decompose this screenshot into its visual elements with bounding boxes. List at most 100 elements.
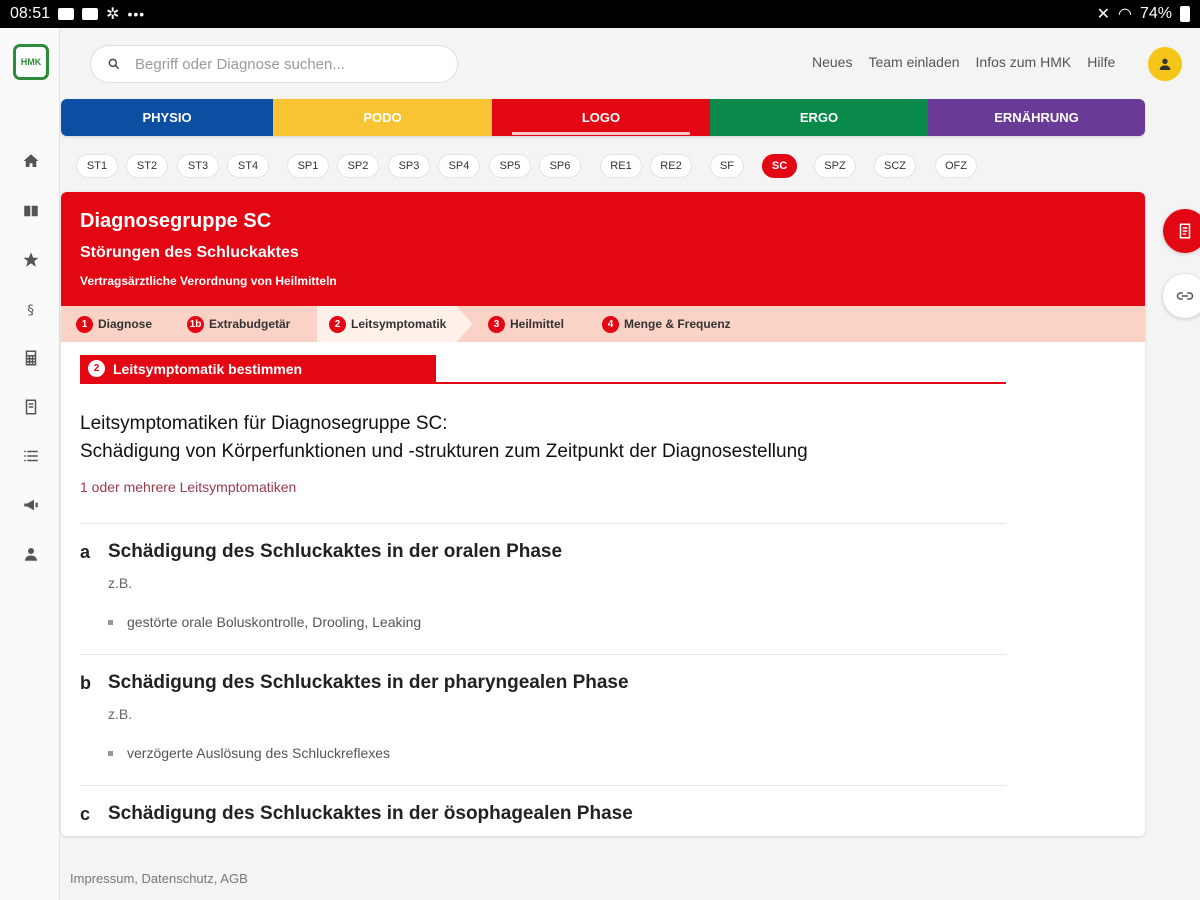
symptom-item-b[interactable]: Schädigung des Schluckaktes in der phary… [108, 672, 629, 694]
card-header: Diagnosegruppe SC Störungen des Schlucka… [61, 192, 1145, 306]
chip-st2[interactable]: ST2 [126, 154, 168, 178]
tab-logo[interactable]: LOGO [492, 99, 710, 136]
step-label: Extrabudgetär [209, 317, 291, 331]
book-icon[interactable] [20, 200, 42, 222]
step-label: Heilmittel [510, 317, 565, 331]
chip-st4[interactable]: ST4 [227, 154, 269, 178]
section-number: 2 [88, 360, 105, 377]
status-time: 08:51 [10, 5, 51, 22]
card-subtitle: Störungen des Schluckaktes [80, 244, 299, 261]
step-number: 1b [187, 315, 204, 333]
divider [80, 654, 1006, 655]
section-divider [80, 382, 1006, 384]
chip-sp3[interactable]: SP3 [388, 154, 430, 178]
person-icon[interactable] [20, 543, 42, 565]
step-heilmittel[interactable]: 3 Heilmittel [488, 306, 564, 342]
document-icon[interactable] [20, 396, 42, 418]
star-icon[interactable] [20, 249, 42, 271]
prescription-button[interactable] [1163, 209, 1200, 253]
chip-sp5[interactable]: SP5 [489, 154, 531, 178]
step-extrabudgetaer[interactable]: 1b Extrabudgetär [187, 306, 290, 342]
chip-ofz[interactable]: OFZ [935, 154, 977, 178]
step-leitsymptomatik[interactable]: 2 Leitsymptomatik [317, 306, 472, 342]
section-label: Leitsymptomatik bestimmen [113, 360, 303, 377]
more-icon: ••• [127, 6, 146, 22]
chip-re2[interactable]: RE2 [650, 154, 692, 178]
person-icon [1159, 58, 1171, 70]
search-input[interactable] [135, 55, 435, 73]
step-number: 4 [602, 315, 619, 333]
step-label: Menge & Frequenz [624, 317, 731, 331]
tab-ergo[interactable]: ERGO [710, 99, 928, 136]
chip-st1[interactable]: ST1 [76, 154, 118, 178]
item-example: verzögerte Auslösung des Schluckreflexes [108, 745, 390, 761]
link-hilfe[interactable]: Hilfe [1087, 54, 1115, 70]
paragraph-icon[interactable]: § [20, 298, 42, 320]
megaphone-icon[interactable] [20, 494, 42, 516]
share-link-button[interactable] [1163, 274, 1200, 318]
chip-sp2[interactable]: SP2 [337, 154, 379, 178]
section-title: 2 Leitsymptomatik bestimmen [80, 355, 436, 382]
status-bar: 08:51 ✲ ••• ✕ ◠ 74% [0, 0, 1200, 28]
item-letter: c [80, 804, 91, 824]
tab-ernaehrung[interactable]: ERNÄHRUNG [928, 99, 1145, 136]
mail-icon [82, 8, 99, 20]
item-example: gestörte orale Boluskontrolle, Drooling,… [108, 614, 421, 630]
bullet-icon [108, 619, 113, 625]
chip-re1[interactable]: RE1 [600, 154, 642, 178]
item-letter: a [80, 542, 91, 562]
chip-sp6[interactable]: SP6 [539, 154, 581, 178]
item-letter: b [80, 673, 91, 693]
battery-icon [1180, 6, 1190, 22]
avatar[interactable] [1148, 47, 1182, 81]
link-neues[interactable]: Neues [812, 54, 852, 70]
list-icon[interactable] [20, 445, 42, 467]
mute-icon: ✕ [1096, 6, 1110, 23]
bullet-icon [108, 750, 113, 756]
step-navigation: 1 Diagnose 1b Extrabudgetär 2 Leitsympto… [61, 306, 1145, 342]
chip-sp1[interactable]: SP1 [287, 154, 329, 178]
heading-line-2: Schädigung von Körperfunktionen und -str… [80, 441, 808, 462]
chip-scz[interactable]: SCZ [874, 154, 916, 178]
item-example-label: z.B. [108, 575, 133, 591]
chip-sc[interactable]: SC [762, 154, 797, 178]
diagnosis-group-chips: ST1 ST2 ST3 ST4 SP1 SP2 SP3 SP4 SP5 SP6 … [0, 154, 1200, 178]
category-tabs: PHYSIO PODO LOGO ERGO ERNÄHRUNG [61, 99, 1145, 136]
link-icon [1176, 292, 1194, 300]
chip-spz[interactable]: SPZ [814, 154, 856, 178]
footer-links[interactable]: Impressum, Datenschutz, AGB [70, 871, 248, 886]
tab-physio[interactable]: PHYSIO [61, 99, 273, 136]
logo-text: HMK [20, 57, 42, 67]
settings-icon: ✲ [106, 6, 120, 23]
chip-st3[interactable]: ST3 [177, 154, 219, 178]
divider [80, 785, 1006, 786]
card-title: Diagnosegruppe SC [80, 210, 272, 232]
item-example-text: verzögerte Auslösung des Schluckreflexes [127, 745, 391, 761]
selection-hint: 1 oder mehrere Leitsymptomatiken [80, 479, 297, 495]
item-example-text: gestörte orale Boluskontrolle, Drooling,… [127, 614, 422, 630]
search-bar[interactable] [90, 45, 458, 83]
gallery-icon [58, 8, 75, 20]
document-icon [1179, 223, 1191, 239]
step-number: 2 [329, 316, 346, 333]
divider [80, 523, 1006, 524]
tab-podo[interactable]: PODO [273, 99, 492, 136]
symptom-item-c[interactable]: Schädigung des Schluckaktes in der ösoph… [108, 803, 633, 825]
content-heading: Leitsymptomatiken für Diagnosegruppe SC:… [80, 410, 808, 466]
link-infos-zum-hmk[interactable]: Infos zum HMK [976, 54, 1072, 70]
step-menge-frequenz[interactable]: 4 Menge & Frequenz [602, 306, 731, 342]
chip-sp4[interactable]: SP4 [438, 154, 480, 178]
symptom-item-a[interactable]: Schädigung des Schluckaktes in der orale… [108, 541, 562, 563]
step-label: Diagnose [98, 317, 153, 331]
chip-sf[interactable]: SF [710, 154, 744, 178]
calculator-icon[interactable] [20, 347, 42, 369]
header-links: Neues Team einladen Infos zum HMK Hilfe [812, 54, 1115, 70]
diagnosis-card: Diagnosegruppe SC Störungen des Schlucka… [61, 192, 1145, 836]
app-logo[interactable]: HMK [13, 44, 49, 80]
step-number: 1 [76, 315, 93, 333]
svg-text:§: § [27, 302, 34, 318]
link-team-einladen[interactable]: Team einladen [868, 54, 959, 70]
search-icon [108, 58, 120, 70]
heading-line-1: Leitsymptomatiken für Diagnosegruppe SC: [80, 413, 448, 434]
step-diagnose[interactable]: 1 Diagnose [76, 306, 152, 342]
